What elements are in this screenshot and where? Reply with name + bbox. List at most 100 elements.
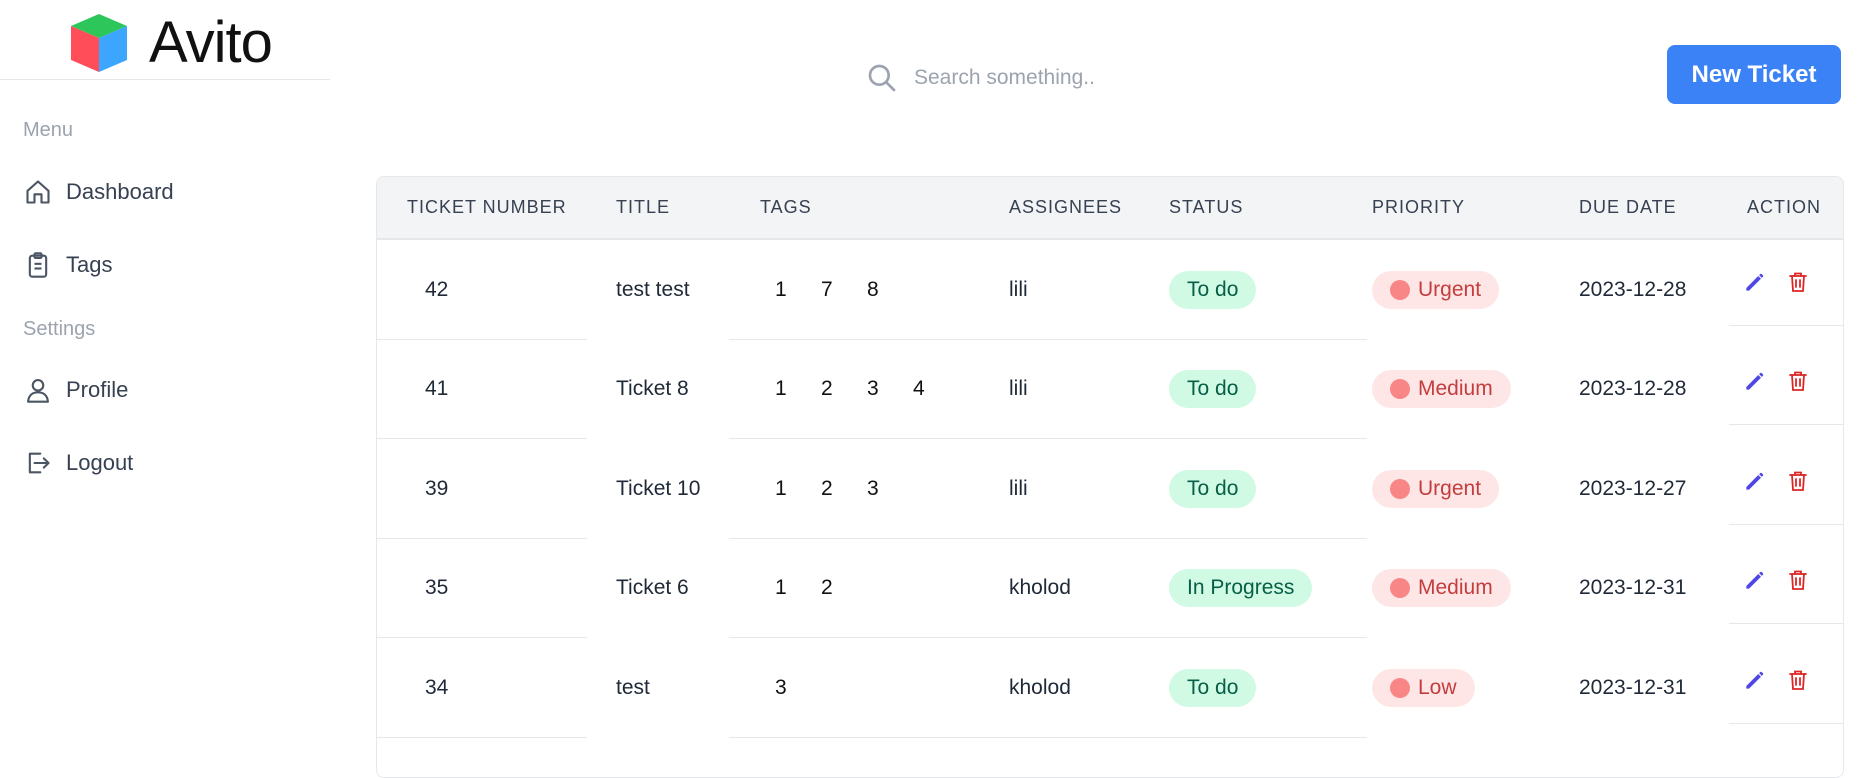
tag-chip[interactable]: 2 — [821, 377, 867, 401]
status-badge: To do — [1169, 668, 1257, 707]
priority-dot-icon — [1390, 279, 1410, 300]
home-icon — [26, 180, 50, 204]
row-divider — [1729, 324, 1843, 326]
status-badge: In Progress — [1169, 569, 1313, 607]
ticket-actions — [1742, 531, 1842, 630]
priority-dot-icon — [1390, 677, 1410, 698]
edit-icon[interactable] — [1742, 468, 1768, 494]
edit-icon[interactable] — [1742, 368, 1768, 394]
ticket-assignee: kholod — [1009, 675, 1071, 699]
row-divider — [1729, 424, 1843, 425]
edit-icon[interactable] — [1742, 567, 1768, 593]
ticket-actions — [1742, 332, 1842, 431]
ticket-tags: 1234 — [775, 340, 1005, 439]
search-icon — [868, 64, 896, 92]
ticket-due-date: 2023-12-28 — [1579, 277, 1687, 301]
sidebar-item-profile[interactable]: Profile — [24, 376, 128, 404]
table-row: 41 Ticket 8 1 2 3 4 lili To do Medium 2023-12-28 — [377, 340, 1843, 439]
row-divider — [1729, 722, 1843, 724]
edit-icon[interactable] — [1742, 269, 1768, 295]
column-header-status: STATUS — [1169, 197, 1244, 217]
priority-dot-icon — [1390, 379, 1410, 399]
ticket-status-cell: To do — [1169, 240, 1369, 339]
priority-badge: Medium — [1372, 569, 1511, 607]
ticket-title[interactable]: Ticket 6 — [616, 539, 756, 638]
delete-icon[interactable] — [1788, 370, 1808, 392]
column-header-tags: TAGS — [760, 197, 812, 217]
ticket-assignee: lili — [1009, 277, 1028, 301]
menu-section-label: Menu — [23, 119, 74, 141]
ticket-priority-cell: Medium — [1372, 539, 1572, 638]
table-header: TICKET NUMBER TITLE TAGS ASSIGNEES STATU… — [377, 177, 1843, 240]
tag-chip[interactable]: 1 — [775, 576, 821, 600]
tag-chip[interactable]: 3 — [775, 676, 821, 700]
tickets-table: TICKET NUMBER TITLE TAGS ASSIGNEES STATU… — [376, 176, 1844, 778]
ticket-assignee: lili — [1009, 476, 1028, 500]
tag-chip[interactable]: 1 — [775, 377, 821, 401]
priority-label: Urgent — [1418, 476, 1482, 500]
column-header-ticket-number: TICKET NUMBER — [407, 197, 567, 217]
tag-chip[interactable]: 2 — [821, 576, 867, 600]
delete-icon[interactable] — [1788, 470, 1808, 492]
ticket-title[interactable]: Ticket 10 — [616, 439, 756, 538]
ticket-priority-cell: Urgent — [1372, 439, 1572, 538]
status-badge: To do — [1169, 370, 1257, 408]
sidebar-item-tags[interactable]: Tags — [24, 251, 112, 279]
delete-icon[interactable] — [1788, 669, 1808, 691]
ticket-tags: 12 — [775, 539, 1005, 638]
priority-dot-icon — [1390, 478, 1410, 499]
ticket-title[interactable]: Ticket 8 — [616, 340, 756, 439]
user-icon — [27, 379, 49, 403]
ticket-actions — [1742, 232, 1842, 331]
tag-chip[interactable]: 8 — [867, 278, 913, 302]
sidebar-item-label: Tags — [66, 252, 113, 277]
priority-badge: Medium — [1372, 370, 1511, 408]
priority-label: Medium — [1418, 576, 1493, 599]
ticket-due-date: 2023-12-31 — [1579, 675, 1687, 699]
tag-chip[interactable]: 1 — [775, 278, 821, 302]
search-bar[interactable] — [866, 62, 1176, 94]
row-divider — [1729, 523, 1843, 525]
search-input[interactable] — [912, 65, 1176, 91]
tag-chip[interactable]: 4 — [913, 377, 959, 401]
row-divider — [729, 736, 1367, 738]
sidebar-item-logout[interactable]: Logout — [24, 449, 133, 477]
ticket-due-date: 2023-12-27 — [1579, 476, 1687, 500]
ticket-number: 39 — [425, 476, 449, 500]
ticket-title[interactable]: test test — [616, 240, 756, 339]
status-badge: To do — [1169, 469, 1257, 508]
brand-name: Avito — [149, 10, 273, 75]
ticket-tags: 3 — [775, 638, 1005, 737]
sidebar-item-label: Profile — [66, 377, 129, 402]
ticket-title[interactable]: test — [616, 638, 756, 737]
priority-label: Urgent — [1418, 277, 1482, 301]
new-ticket-button[interactable]: New Ticket — [1667, 45, 1841, 104]
ticket-due-date: 2023-12-28 — [1579, 377, 1687, 400]
priority-badge: Low — [1372, 668, 1475, 707]
tag-chip[interactable]: 2 — [821, 477, 867, 501]
priority-dot-icon — [1390, 578, 1410, 598]
edit-icon[interactable] — [1742, 667, 1768, 693]
ticket-tags: 178 — [775, 240, 1005, 339]
table-row: 35 Ticket 6 1 2 kholod In Progress Medium 2023-… — [377, 539, 1843, 638]
tag-chip[interactable]: 3 — [867, 477, 913, 501]
logout-icon — [28, 452, 50, 474]
tag-chip[interactable]: 7 — [821, 278, 867, 302]
tag-chip[interactable]: 1 — [775, 477, 821, 501]
delete-icon[interactable] — [1788, 271, 1808, 293]
ticket-status-cell: To do — [1169, 638, 1369, 737]
ticket-status-cell: In Progress — [1169, 539, 1369, 638]
brand-logo[interactable]: Avito — [65, 10, 273, 75]
sidebar-item-dashboard[interactable]: Dashboard — [24, 178, 174, 206]
delete-icon[interactable] — [1788, 569, 1808, 591]
ticket-assignee: kholod — [1009, 576, 1071, 599]
ticket-actions — [1742, 431, 1842, 530]
priority-label: Medium — [1418, 377, 1493, 400]
tag-chip[interactable]: 3 — [867, 377, 913, 401]
ticket-due-date: 2023-12-31 — [1579, 576, 1687, 599]
table-row: 39 Ticket 10 1 2 3 lili To do Urgent 2023-12-27 — [377, 439, 1843, 538]
column-header-assignees: ASSIGNEES — [1009, 197, 1123, 217]
ticket-number: 34 — [425, 675, 449, 699]
ticket-number: 35 — [425, 576, 449, 599]
clipboard-icon — [28, 252, 48, 278]
